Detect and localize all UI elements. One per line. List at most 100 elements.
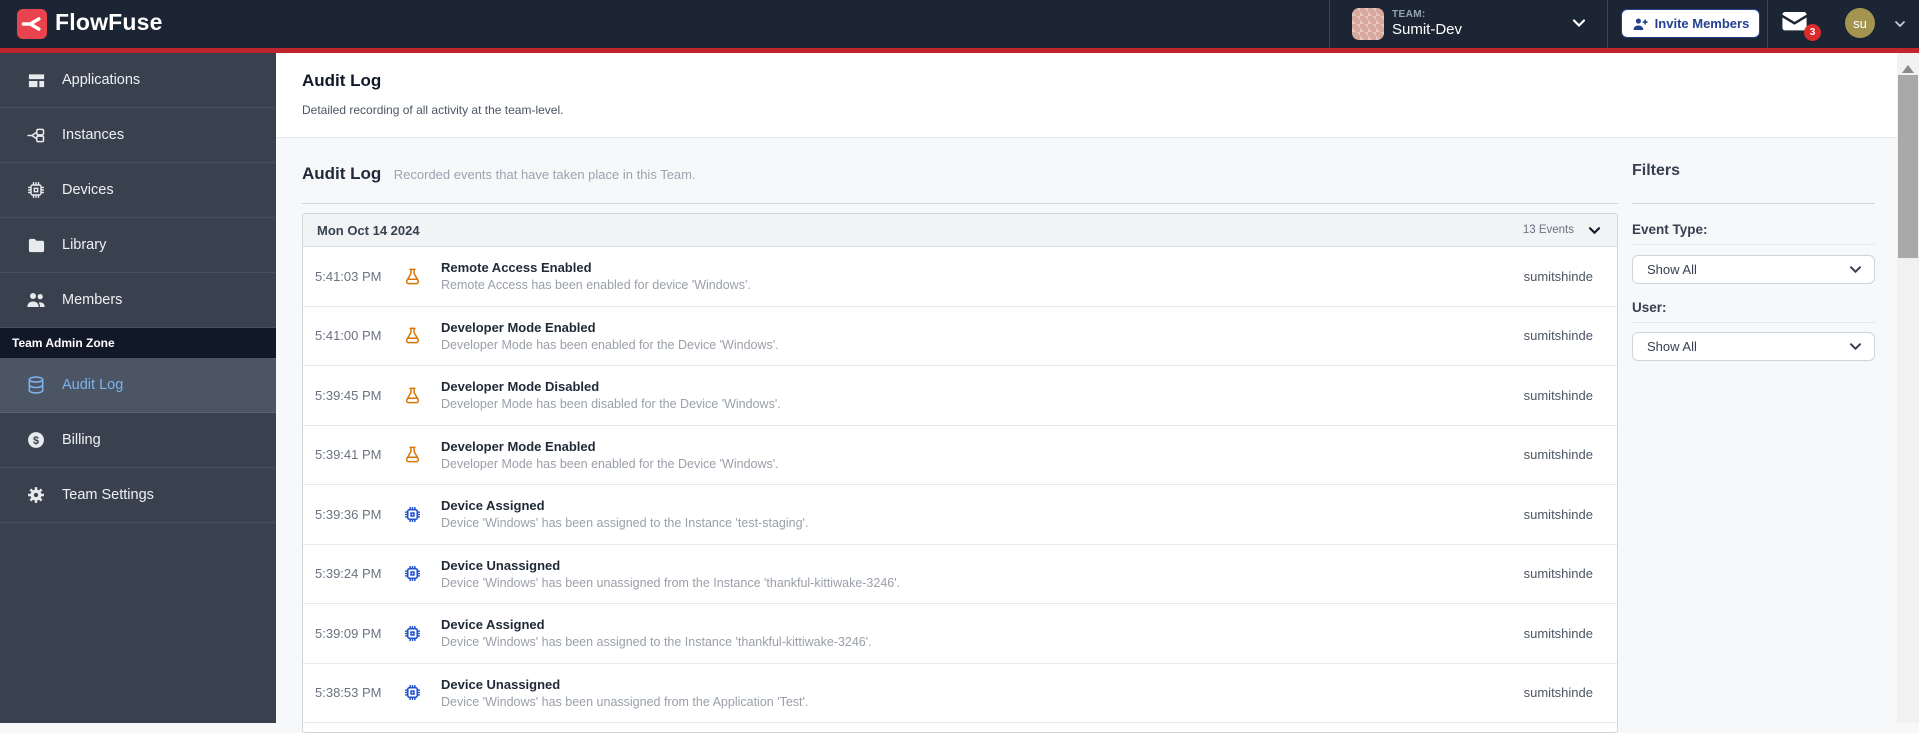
sidebar-item-library[interactable]: Library — [0, 218, 276, 273]
user-menu-chevron-icon[interactable] — [1894, 20, 1906, 28]
chevron-down-icon — [1850, 343, 1861, 351]
event-description: Developer Mode has been enabled for the … — [441, 337, 779, 352]
chip-icon — [404, 685, 421, 701]
sidebar-item-label: Instances — [62, 127, 125, 143]
event-group-header[interactable]: Mon Oct 14 2024 13 Events — [303, 214, 1617, 247]
event-user: sumitshinde — [1523, 268, 1593, 284]
event-description: Device 'Windows' has been assigned to th… — [441, 635, 872, 650]
event-description: Device 'Windows' has been unassigned fro… — [441, 694, 809, 709]
event-user: sumitshinde — [1523, 328, 1593, 344]
team-avatar[interactable] — [1352, 8, 1384, 40]
event-description: Device 'Windows' has been unassigned fro… — [441, 575, 901, 590]
user-filter-label: User: — [1632, 300, 1667, 315]
event-time: 5:39:09 PM — [315, 625, 382, 641]
event-title: Device Unassigned — [441, 676, 561, 692]
event-time: 5:38:53 PM — [315, 685, 382, 701]
section-subtitle: Recorded events that have taken place in… — [393, 167, 696, 182]
audit-event-row: 5:39:41 PM Developer Mode Enabled Develo… — [303, 426, 1617, 485]
page-header: Audit Log Detailed recording of all acti… — [276, 53, 1897, 138]
team-name[interactable]: Sumit-Dev — [1392, 21, 1462, 38]
collapse-group-chevron-icon[interactable] — [1588, 226, 1601, 235]
chevron-down-icon — [1850, 266, 1861, 274]
section-title: Audit Log — [302, 164, 382, 183]
audit-event-row: 5:39:45 PM Developer Mode Disabled Devel… — [303, 366, 1617, 426]
flowfuse-logo-icon[interactable] — [17, 9, 47, 39]
audit-log-icon — [28, 376, 44, 394]
flask-icon — [405, 268, 420, 285]
event-group-count: 13 Events — [1522, 224, 1574, 236]
sidebar-item-instances[interactable]: Instances — [0, 108, 276, 163]
chip-icon — [404, 506, 421, 522]
event-user: sumitshinde — [1523, 625, 1593, 641]
audit-event-row: 5:38:53 PM Device Unassigned Device 'Win… — [303, 664, 1617, 723]
chip-icon — [404, 566, 421, 582]
filters-divider — [1632, 203, 1875, 204]
event-time: 5:39:45 PM — [315, 387, 382, 403]
audit-events-table: Mon Oct 14 2024 13 Events 5:41:03 PM Rem… — [302, 213, 1618, 733]
section-divider — [302, 203, 1618, 204]
audit-event-row: 5:41:00 PM Developer Mode Enabled Develo… — [303, 307, 1617, 366]
sidebar-item-team-settings[interactable]: Team Settings — [0, 468, 276, 523]
devices-icon — [27, 181, 45, 199]
event-user: sumitshinde — [1523, 506, 1593, 522]
sidebar-item-label: Members — [62, 292, 123, 308]
event-description: Developer Mode has been disabled for the… — [441, 397, 781, 412]
event-user: sumitshinde — [1523, 387, 1593, 403]
audit-event-row: 5:39:36 PM Device Assigned Device 'Windo… — [303, 485, 1617, 545]
sidebar-item-members[interactable]: Members — [0, 273, 276, 328]
sidebar-item-label: Applications — [62, 72, 141, 88]
event-type-filter-value: Show All — [1647, 262, 1697, 277]
team-admin-zone-label: Team Admin Zone — [0, 328, 276, 358]
sidebar-item-audit-log[interactable]: Audit Log — [0, 358, 276, 413]
user-filter-value: Show All — [1647, 339, 1697, 354]
team-settings-icon — [28, 487, 44, 503]
header-divider — [1329, 0, 1330, 48]
event-description: Device 'Windows' has been assigned to th… — [441, 516, 809, 531]
event-type-filter-label: Event Type: — [1632, 222, 1708, 237]
flask-icon — [405, 387, 420, 404]
event-title: Developer Mode Enabled — [441, 319, 596, 335]
event-time: 5:39:36 PM — [315, 506, 382, 522]
user-add-icon — [1633, 17, 1648, 30]
team-switcher-chevron-icon[interactable] — [1572, 18, 1586, 28]
label-underline — [1632, 322, 1875, 323]
sidebar-item-label: Library — [62, 237, 107, 253]
event-time: 5:41:00 PM — [315, 328, 382, 344]
user-filter-select[interactable]: Show All — [1632, 332, 1875, 361]
sidebar-item-applications[interactable]: Applications — [0, 53, 276, 108]
chip-icon — [404, 625, 421, 641]
audit-event-row: 5:39:09 PM Device Assigned Device 'Windo… — [303, 604, 1617, 664]
app-header: FlowFuse TEAM: Sumit-Dev Invite Members … — [0, 0, 1919, 48]
scrollbar-thumb[interactable] — [1898, 75, 1918, 258]
header-divider — [1767, 0, 1768, 48]
label-underline — [1632, 244, 1875, 245]
scrollbar-up-arrow[interactable] — [1902, 65, 1914, 73]
event-title: Device Assigned — [441, 498, 545, 514]
filters-title: Filters — [1632, 162, 1681, 179]
sidebar-item-devices[interactable]: Devices — [0, 163, 276, 218]
page-body: Audit Log Recorded events that have take… — [276, 138, 1897, 733]
event-title: Developer Mode Disabled — [441, 379, 600, 395]
page-title: Audit Log — [302, 71, 382, 90]
sidebar-item-billing[interactable]: $ Billing — [0, 413, 276, 468]
event-type-filter-select[interactable]: Show All — [1632, 255, 1875, 284]
flask-icon — [405, 327, 420, 344]
event-user: sumitshinde — [1523, 685, 1593, 701]
vertical-scrollbar[interactable] — [1897, 53, 1919, 723]
invite-members-button[interactable]: Invite Members — [1621, 9, 1760, 38]
event-title: Device Unassigned — [441, 557, 561, 573]
event-time: 5:41:03 PM — [315, 268, 382, 284]
event-group-date: Mon Oct 14 2024 — [317, 222, 420, 238]
brand-name: FlowFuse — [55, 9, 163, 35]
audit-event-row: 5:39:24 PM Device Unassigned Device 'Win… — [303, 545, 1617, 604]
user-avatar[interactable]: su — [1845, 8, 1875, 38]
page-subtitle: Detailed recording of all activity at th… — [302, 103, 564, 117]
sidebar-item-label: Team Settings — [62, 487, 154, 503]
billing-icon: $ — [28, 432, 44, 448]
event-title: Device Assigned — [441, 617, 545, 633]
event-description: Remote Access has been enabled for devic… — [441, 278, 751, 293]
event-description: Developer Mode has been enabled for the … — [441, 456, 779, 471]
team-label: TEAM: — [1392, 9, 1426, 20]
sidebar-item-label: Devices — [62, 182, 114, 198]
instances-icon — [27, 128, 45, 142]
